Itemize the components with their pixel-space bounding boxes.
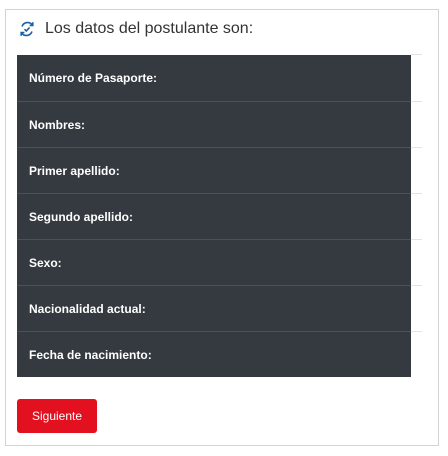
field-label: Nombres: bbox=[29, 117, 86, 132]
table-row-second-surname: Segundo apellido: bbox=[17, 193, 422, 239]
table-row-birth-date: Fecha de nacimiento: bbox=[17, 331, 422, 377]
refresh-icon bbox=[18, 20, 36, 38]
field-label: Segundo apellido: bbox=[29, 209, 133, 224]
field-label: Número de Pasaporte: bbox=[29, 71, 158, 85]
field-label: Sexo: bbox=[29, 255, 62, 270]
field-label: Primer apellido: bbox=[29, 163, 120, 178]
table-row-names: Nombres: bbox=[17, 101, 422, 147]
field-label: Fecha de nacimiento: bbox=[29, 347, 152, 362]
table-row-first-surname: Primer apellido: bbox=[17, 147, 422, 193]
table-row-sex: Sexo: bbox=[17, 239, 422, 285]
page-title: Los datos del postulante son: bbox=[45, 20, 254, 37]
table-row-nationality: Nacionalidad actual: bbox=[17, 285, 422, 331]
card-header: Los datos del postulante son: bbox=[18, 18, 253, 40]
next-button[interactable]: Siguiente bbox=[17, 399, 97, 433]
table-row-passport-number: Número de Pasaporte: bbox=[17, 54, 422, 101]
applicant-data-table: Número de Pasaporte: Nombres: Primer ape… bbox=[17, 54, 422, 377]
applicant-data-card: Los datos del postulante son: Número de … bbox=[5, 9, 439, 446]
field-label: Nacionalidad actual: bbox=[29, 301, 146, 316]
